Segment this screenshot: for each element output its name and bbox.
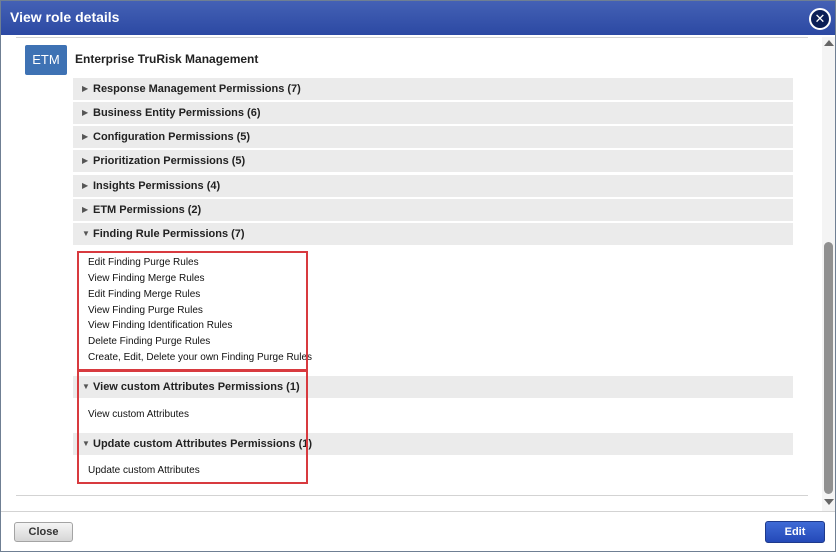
permission-group-configuration[interactable]: ▶ Configuration Permissions (5) xyxy=(73,126,793,148)
highlight-box-finding-rules xyxy=(77,251,308,371)
close-icon[interactable]: ✕ xyxy=(809,8,831,30)
collapse-arrow-icon: ▼ xyxy=(82,229,90,238)
permission-group-label: Finding Rule Permissions (7) xyxy=(93,228,245,240)
permission-group-label: Configuration Permissions (5) xyxy=(93,131,251,143)
view-role-details-dialog: View role details ✕ ETM Enterprise TruRi… xyxy=(0,0,836,552)
divider xyxy=(16,37,808,38)
close-button[interactable]: Close xyxy=(14,522,73,542)
expand-arrow-icon: ▶ xyxy=(82,205,89,214)
expand-arrow-icon: ▶ xyxy=(82,108,89,117)
permission-group-label: Response Management Permissions (7) xyxy=(93,83,301,95)
permission-group-etm[interactable]: ▶ ETM Permissions (2) xyxy=(73,199,793,221)
role-details-content: ETM Enterprise TruRisk Management ▶ Resp… xyxy=(16,37,808,496)
edit-button[interactable]: Edit xyxy=(765,521,825,543)
permission-group-label: Business Entity Permissions (6) xyxy=(93,107,261,119)
permission-group-finding-rule[interactable]: ▼ Finding Rule Permissions (7) xyxy=(73,223,793,245)
permission-group-prioritization[interactable]: ▶ Prioritization Permissions (5) xyxy=(73,150,793,172)
expand-arrow-icon: ▶ xyxy=(82,156,89,165)
dialog-title: View role details xyxy=(10,9,120,25)
expand-arrow-icon: ▶ xyxy=(82,132,89,141)
scroll-up-arrow-icon[interactable] xyxy=(824,40,834,46)
permission-group-business-entity[interactable]: ▶ Business Entity Permissions (6) xyxy=(73,102,793,124)
footer-divider xyxy=(1,511,835,512)
permission-group-response-management[interactable]: ▶ Response Management Permissions (7) xyxy=(73,78,793,100)
module-badge: ETM xyxy=(25,45,67,75)
permission-group-label: Insights Permissions (4) xyxy=(93,180,221,192)
vertical-scrollbar[interactable] xyxy=(822,37,835,511)
scroll-down-arrow-icon[interactable] xyxy=(824,499,834,505)
dialog-titlebar[interactable]: View role details ✕ xyxy=(1,1,835,35)
highlight-box-custom-attributes xyxy=(77,370,308,484)
expand-arrow-icon: ▶ xyxy=(82,181,89,190)
permission-group-insights[interactable]: ▶ Insights Permissions (4) xyxy=(73,175,793,197)
permission-group-label: ETM Permissions (2) xyxy=(93,204,202,216)
module-name: Enterprise TruRisk Management xyxy=(75,52,259,66)
expand-arrow-icon: ▶ xyxy=(82,84,89,93)
permission-group-label: Prioritization Permissions (5) xyxy=(93,155,246,167)
scrollbar-thumb[interactable] xyxy=(824,242,833,494)
